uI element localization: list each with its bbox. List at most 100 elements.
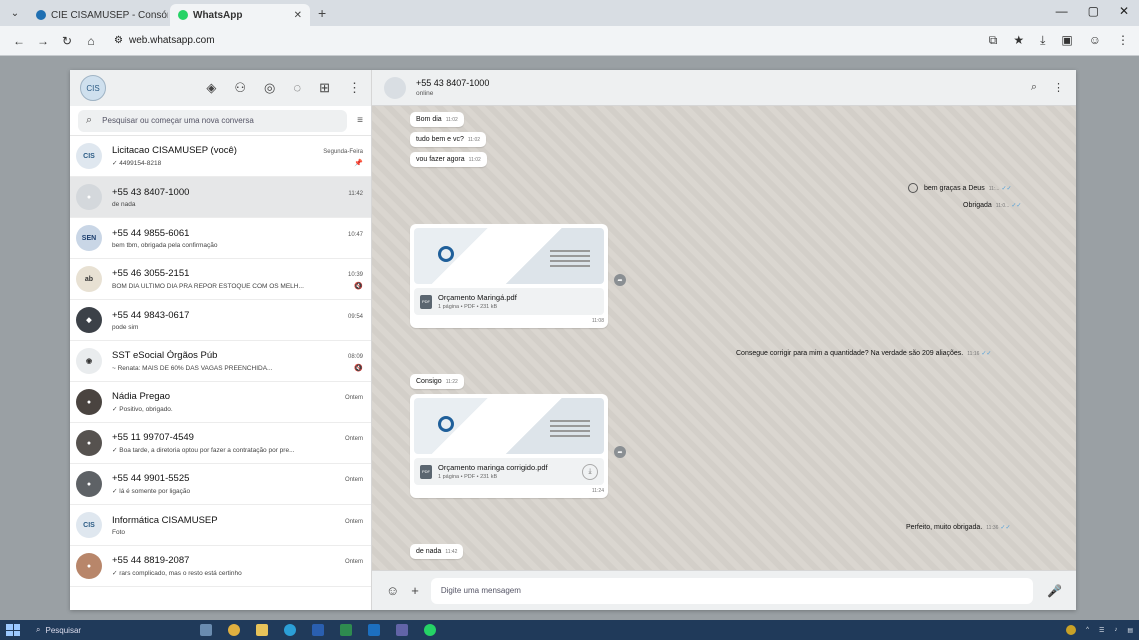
browser-tab-whatsapp[interactable]: WhatsApp ✕ — [170, 4, 310, 26]
message-input[interactable] — [430, 577, 1034, 604]
whatsapp-taskbar-icon[interactable] — [424, 624, 436, 636]
chat-list-item[interactable]: ● +55 44 9901-5525 Ontem ✓ lá é somente p… — [70, 464, 371, 505]
url-field[interactable]: ⚙ web.whatsapp.com — [114, 35, 215, 46]
document-file-row[interactable]: PDF Orçamento maringa corrigido.pdf 1 pá… — [414, 458, 604, 485]
message-time: 11:08 — [591, 318, 604, 324]
pdf-icon: PDF — [420, 294, 432, 309]
chat-preview: pode sim — [112, 323, 139, 331]
taskbar-apps — [200, 624, 436, 636]
sidebar-menu-icon[interactable]: ⋮ — [348, 80, 361, 96]
forward-icon[interactable]: ➦ — [614, 274, 626, 286]
chat-list-item-active[interactable]: ● +55 43 8407-1000 11:42 de nada — [70, 177, 371, 218]
forward-icon[interactable]: → — [34, 34, 52, 48]
new-chat-icon[interactable]: ⊞ — [319, 80, 330, 96]
taskbar-search-icon: ⌕ — [36, 625, 41, 634]
search-icon[interactable]: ⌕ — [86, 114, 92, 127]
chat-list-item[interactable]: ● +55 44 8819-2087 Ontem ✓ rars complicad… — [70, 546, 371, 587]
search-messages-icon[interactable]: ⌕ — [1031, 81, 1037, 94]
browser-menu-icon[interactable]: ⋮ — [1117, 33, 1129, 48]
chat-avatar: ◉ — [76, 348, 102, 374]
message-time: 11:02 — [445, 117, 458, 123]
chat-preview: de nada — [112, 200, 136, 208]
edge-icon[interactable] — [284, 624, 296, 636]
document-meta: 1 página • PDF • 231 kB — [438, 474, 498, 480]
tray-arrow-icon[interactable]: ^ — [1086, 627, 1089, 633]
windows-start-icon[interactable] — [6, 624, 20, 636]
tab-strip-icon[interactable]: ▣ — [1061, 33, 1072, 48]
reload-icon[interactable]: ↻ — [58, 34, 76, 48]
attach-plus-icon[interactable]: + — [411, 583, 419, 598]
taskbar-search[interactable]: ⌕ Pesquisar — [30, 622, 140, 638]
my-profile-avatar[interactable]: CIS — [80, 75, 106, 101]
sidebar-header-icons: ◈ ⚇ ◎ ◌ ⊞ ⋮ — [206, 80, 361, 96]
chat-list-item[interactable]: SEN +55 44 9855-6061 10:47 bem tbm, obrig… — [70, 218, 371, 259]
filter-icon[interactable]: ≡ — [357, 115, 363, 126]
volume-icon[interactable]: ♪ — [1114, 627, 1117, 633]
system-tray: ^ ☰ ♪ ▤ — [1066, 625, 1133, 635]
chat-bubble-icon[interactable]: ◌ — [293, 80, 301, 96]
download-icon[interactable]: ⤓ — [1040, 33, 1045, 48]
extension-icon[interactable]: ⧉ — [989, 33, 998, 48]
document-preview[interactable] — [414, 398, 604, 454]
back-icon[interactable]: ← — [10, 34, 28, 48]
profile-icon[interactable]: ☺ — [1089, 33, 1101, 48]
status-icon[interactable]: ◎ — [264, 80, 275, 96]
weather-icon[interactable] — [1066, 625, 1077, 635]
home-icon[interactable]: ⌂ — [82, 34, 100, 48]
outlook-icon[interactable] — [368, 624, 380, 636]
chat-avatar: ● — [76, 389, 102, 415]
notification-icon[interactable]: ▤ — [1127, 627, 1133, 634]
task-view-icon[interactable] — [200, 624, 212, 636]
chat-list-item[interactable]: ab +55 46 3055-2151 10:39 BOM DIA ULTIMO … — [70, 259, 371, 300]
excel-icon[interactable] — [340, 624, 352, 636]
site-info-icon[interactable]: ⚙ — [114, 35, 123, 46]
microphone-icon[interactable]: 🎤 — [1047, 584, 1062, 598]
document-message[interactable]: PDF Orçamento Maringá.pdf 1 página • PDF… — [410, 224, 608, 328]
channels-icon[interactable]: ◈ — [206, 80, 216, 96]
word-icon[interactable] — [312, 624, 324, 636]
download-document-icon[interactable]: ⤓ — [582, 463, 598, 480]
new-tab-plus-icon[interactable]: + — [318, 5, 326, 21]
file-explorer-icon[interactable] — [256, 624, 268, 636]
search-row: ⌕ ≡ — [70, 106, 371, 136]
emoji-icon[interactable]: ☺ — [386, 583, 399, 598]
chat-list-item[interactable]: ● +55 11 99707-4549 Ontem ✓ Boa tarde, a … — [70, 423, 371, 464]
chat-time: 09:54 — [347, 313, 363, 320]
conversation-header[interactable]: +55 43 8407-1000 online ⌕ ⋮ — [372, 70, 1076, 106]
network-icon[interactable]: ☰ — [1099, 627, 1104, 634]
bookmark-star-icon[interactable]: ★ — [1013, 33, 1024, 48]
chat-list-item[interactable]: ◉ SST eSocial Órgãos Púb 08:09 ~ Renata: … — [70, 341, 371, 382]
read-ticks-icon: ✓✓ — [981, 351, 992, 357]
teams-icon[interactable] — [396, 624, 408, 636]
message-time: 11:36 — [986, 525, 999, 531]
window-close-icon[interactable]: ✕ — [1119, 4, 1129, 18]
chrome-icon[interactable] — [228, 624, 240, 636]
browser-toolbar-right: ⧉ ★ ⤓ ▣ ☺ ⋮ — [989, 33, 1129, 48]
contact-avatar[interactable] — [384, 76, 406, 99]
forward-icon[interactable]: ➦ — [614, 446, 626, 458]
reaction-emoji-icon[interactable] — [908, 183, 918, 193]
chat-preview: BOM DIA ULTIMO DIA PRA REPOR ESTOQUE COM… — [112, 282, 304, 290]
chat-list-item[interactable]: CIS Licitacao CISAMUSEP (você) Segunda-Fe… — [70, 136, 371, 177]
mute-icon: 🔇 — [354, 365, 363, 372]
minimize-icon[interactable]: — — [1056, 4, 1068, 18]
tab-title: CIE CISAMUSEP - Consórcio Públ — [51, 9, 168, 21]
chat-list-item[interactable]: CIS Informática CISAMUSEP Ontem Foto — [70, 505, 371, 546]
maximize-icon[interactable]: ▢ — [1088, 4, 1099, 18]
close-tab-icon[interactable]: ✕ — [294, 10, 302, 21]
chat-avatar: ab — [76, 266, 102, 292]
chat-time: Ontem — [344, 559, 363, 565]
communities-icon[interactable]: ⚇ — [234, 80, 246, 96]
chat-list-item[interactable]: ● Nádia Pregao Ontem ✓ Positivo, obrigado… — [70, 382, 371, 423]
browser-tab-cisamusep[interactable]: CIE CISAMUSEP - Consórcio Públ ✕ — [28, 4, 168, 26]
chat-list-item[interactable]: ◆ +55 44 9843-0617 09:54 pode sim — [70, 300, 371, 341]
tab-search-icon[interactable]: ⌄ — [6, 4, 24, 22]
window-controls: — ▢ ✕ — [1056, 4, 1129, 18]
search-input[interactable] — [102, 116, 340, 125]
document-file-row[interactable]: PDF Orçamento Maringá.pdf 1 página • PDF… — [414, 288, 604, 315]
document-message[interactable]: PDF Orçamento maringa corrigido.pdf 1 pá… — [410, 394, 608, 498]
document-preview[interactable] — [414, 228, 604, 284]
windows-taskbar: ⌕ Pesquisar ^ ☰ ♪ ▤ — [0, 620, 1139, 640]
conversation-menu-icon[interactable]: ⋮ — [1053, 81, 1064, 94]
search-box[interactable]: ⌕ — [78, 109, 348, 132]
